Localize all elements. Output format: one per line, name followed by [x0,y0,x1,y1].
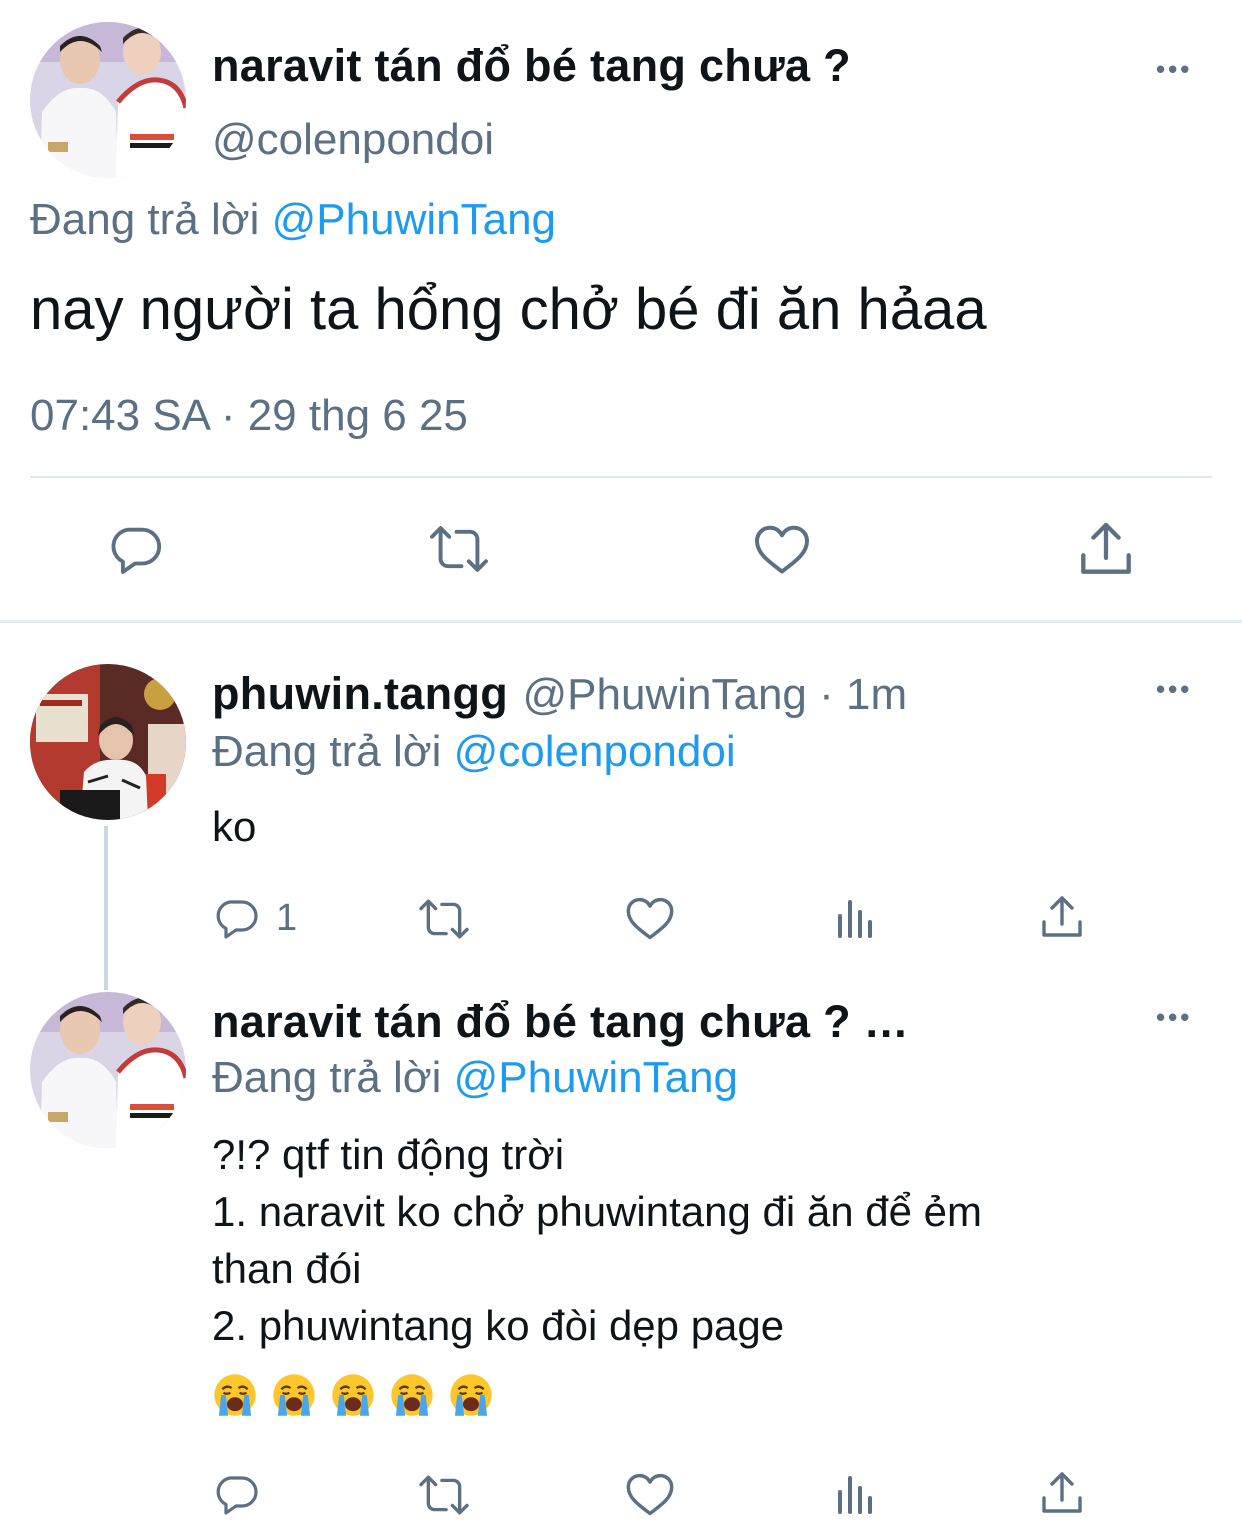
retweet-icon[interactable] [416,896,472,942]
reply-icon[interactable] [212,894,260,942]
more-options-icon[interactable]: ••• [1156,1002,1192,1033]
retweet-icon[interactable] [416,1472,472,1518]
like-icon[interactable] [624,894,676,942]
reply-icon[interactable] [106,520,164,578]
section-divider [0,620,1242,623]
avatar[interactable] [30,22,186,178]
display-name[interactable]: naravit tán đổ bé tang chưa ? … [212,994,909,1050]
analytics-icon[interactable] [834,896,878,940]
replying-to: Đang trả lời @PhuwinTang [212,1052,738,1104]
replying-to-handle[interactable]: @PhuwinTang [454,1053,738,1102]
user-handle[interactable]: @colenpondoi [212,114,494,166]
tweet-text-line: than đói [212,1245,362,1292]
crying-face-emoji [332,1374,374,1416]
thread-line [104,826,108,990]
crying-face-emoji [214,1374,256,1416]
tweet-text: ?!? qtf tin động trời 1. naravit ko chở … [212,1126,982,1354]
like-icon[interactable] [624,1470,676,1518]
more-options-icon[interactable]: ••• [1156,674,1192,705]
like-icon[interactable] [752,520,812,578]
crying-face-emoji [450,1374,492,1416]
tweet-text-line: 1. naravit ko chở phuwintang đi ăn để ẻm [212,1188,983,1235]
crying-face-emoji [391,1374,433,1416]
replying-to-handle[interactable]: @PhuwinTang [272,195,556,244]
replying-prefix: Đang trả lời [212,1053,442,1102]
avatar[interactable] [30,664,186,820]
more-options-icon[interactable]: ••• [1156,54,1192,85]
emoji-row [212,1372,507,1422]
avatar[interactable] [30,992,186,1148]
share-icon[interactable] [1040,894,1084,940]
replying-to: Đang trả lời @PhuwinTang [30,194,556,246]
replying-prefix: Đang trả lời [30,195,260,244]
tweet-timestamp[interactable]: 07:43 SA · 29 thg 6 25 [30,390,468,442]
analytics-icon[interactable] [834,1472,878,1516]
reply-header: phuwin.tangg @PhuwinTang · 1m [212,666,907,722]
reply-count: 1 [276,897,298,939]
tweet-text: ko [212,803,257,850]
tweet-text-line: ?!? qtf tin động trời [212,1131,565,1178]
display-name[interactable]: phuwin.tangg [212,668,508,719]
display-name[interactable]: naravit tán đổ bé tang chưa ? [212,40,851,92]
replying-to-handle[interactable]: @colenpondoi [454,727,736,776]
retweet-icon[interactable] [426,522,492,576]
divider [30,476,1212,478]
replying-prefix: Đang trả lời [212,727,442,776]
tweet-text-line: 2. phuwintang ko đòi dẹp page [212,1302,785,1349]
reply-icon[interactable] [212,1470,260,1518]
share-icon[interactable] [1078,520,1134,578]
replying-to: Đang trả lời @colenpondoi [212,726,736,778]
tweet-text: nay người ta hổng chở bé đi ăn hảaa [30,277,987,342]
crying-face-emoji [273,1374,315,1416]
share-icon[interactable] [1040,1470,1084,1516]
handle-and-time[interactable]: @PhuwinTang · 1m [523,670,908,719]
